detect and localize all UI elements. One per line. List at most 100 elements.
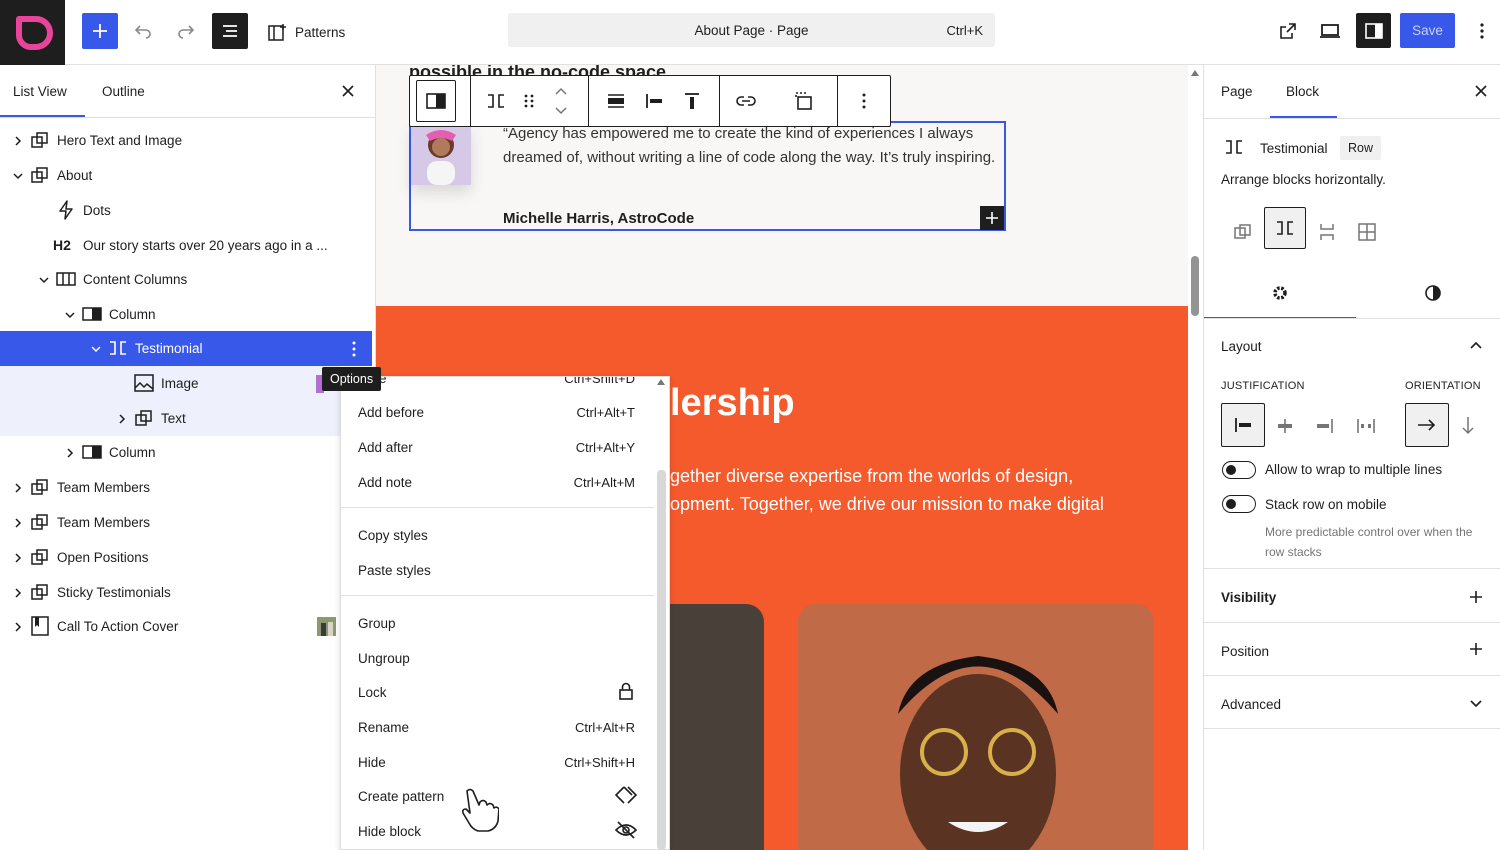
menu-item-add-before[interactable]: Add before: [358, 405, 424, 420]
menu-item-hide-block[interactable]: Hide block: [358, 824, 421, 839]
overlay-button[interactable]: [790, 88, 818, 114]
layout-panel-title[interactable]: Layout: [1221, 339, 1262, 354]
close-sidebar-button[interactable]: [1474, 84, 1488, 98]
list-view-item[interactable]: Testimonial: [0, 331, 372, 366]
menu-item-create-pattern[interactable]: Create pattern: [358, 789, 444, 804]
device-preview-button[interactable]: [1315, 16, 1345, 46]
styles-tab[interactable]: [1417, 279, 1449, 307]
visibility-section[interactable]: Visibility: [1204, 568, 1500, 622]
align-button[interactable]: [602, 88, 630, 114]
menu-scroll-up-arrow[interactable]: [657, 379, 665, 385]
block-options-button[interactable]: [852, 88, 876, 114]
list-view-item[interactable]: About: [0, 158, 372, 193]
drag-handle[interactable]: [518, 88, 540, 114]
block-appender-button[interactable]: [980, 206, 1004, 230]
scroll-up-arrow[interactable]: [1191, 70, 1199, 76]
close-icon: [1475, 85, 1487, 97]
menu-item-rename[interactable]: Rename: [358, 720, 409, 735]
undo-button[interactable]: [128, 18, 158, 44]
justify-right-icon: [1317, 419, 1333, 433]
chevron-right-icon[interactable]: [12, 621, 24, 633]
more-options-button[interactable]: [1470, 16, 1494, 46]
save-button[interactable]: Save: [1400, 13, 1455, 48]
chevron-right-icon[interactable]: [12, 517, 24, 529]
close-panel-button[interactable]: [341, 84, 355, 98]
group-icon: [30, 512, 50, 532]
link-icon: [736, 96, 756, 106]
orientation-vertical-option[interactable]: [1456, 411, 1480, 441]
chevron-right-icon[interactable]: [116, 413, 128, 425]
canvas-scroll-thumb[interactable]: [1191, 256, 1199, 316]
canvas-scrollbar[interactable]: [1188, 65, 1203, 850]
menu-item-lock[interactable]: Lock: [358, 685, 387, 700]
menu-item-copy-styles[interactable]: Copy styles: [358, 528, 428, 543]
settings-toggle-button[interactable]: [1356, 13, 1391, 48]
justification-button[interactable]: [640, 88, 668, 114]
list-view-item[interactable]: Team Members: [0, 505, 372, 540]
list-view-item[interactable]: Column: [0, 297, 372, 332]
chevron-right-icon[interactable]: [12, 135, 24, 147]
list-view-item[interactable]: Content Columns: [0, 262, 372, 297]
list-view-item[interactable]: Open Positions: [0, 540, 372, 575]
variation-grid-button[interactable]: [1352, 217, 1382, 247]
justify-left-option[interactable]: [1221, 403, 1265, 447]
orientation-label: ORIENTATION: [1405, 380, 1481, 392]
chevron-down-icon[interactable]: [12, 170, 24, 182]
list-view-item[interactable]: Text: [0, 401, 340, 436]
list-view-item[interactable]: Column: [0, 435, 372, 470]
chevron-down-icon[interactable]: [64, 309, 76, 321]
add-block-button[interactable]: [82, 13, 118, 49]
block-type-button[interactable]: [482, 88, 510, 114]
chevron-right-icon[interactable]: [64, 447, 76, 459]
tab-block[interactable]: Block: [1286, 84, 1319, 99]
site-logo[interactable]: [0, 0, 65, 65]
justify-center-option[interactable]: [1270, 411, 1300, 441]
tab-outline[interactable]: Outline: [102, 84, 145, 99]
settings-tab[interactable]: [1264, 279, 1296, 307]
vertical-alignment-button[interactable]: [678, 88, 706, 114]
list-view-item[interactable]: Dots: [0, 193, 372, 228]
menu-item-add-note[interactable]: Add note: [358, 475, 412, 490]
chevron-right-icon[interactable]: [12, 552, 24, 564]
list-view-item-label: Dots: [83, 203, 111, 218]
justify-right-option[interactable]: [1310, 411, 1340, 441]
list-view-item[interactable]: Call To Action Cover: [0, 609, 372, 644]
menu-scroll-thumb[interactable]: [657, 470, 666, 850]
chevron-down-icon[interactable]: [90, 343, 102, 355]
list-view-item[interactable]: Sticky Testimonials: [0, 575, 372, 610]
redo-button[interactable]: [171, 18, 201, 44]
list-view-item[interactable]: H2 Our story starts over 20 years ago in …: [0, 228, 372, 263]
position-section[interactable]: Position: [1204, 622, 1500, 676]
document-overview-button[interactable]: [212, 13, 248, 49]
list-view-item-label: Team Members: [57, 515, 151, 530]
chevron-right-icon[interactable]: [12, 482, 24, 494]
list-view-item[interactable]: Team Members: [0, 470, 372, 505]
chevron-right-icon[interactable]: [12, 587, 24, 599]
variation-row-button[interactable]: [1264, 207, 1306, 249]
link-button[interactable]: [732, 88, 760, 114]
layout-collapse-button[interactable]: [1469, 340, 1483, 350]
menu-item-hide[interactable]: Hide: [358, 755, 386, 770]
stack-on-mobile-toggle[interactable]: [1222, 495, 1256, 513]
command-palette-trigger[interactable]: About Page · Page Ctrl+K: [508, 13, 995, 47]
tab-list-view[interactable]: List View: [13, 84, 67, 99]
menu-item-paste-styles[interactable]: Paste styles: [358, 563, 431, 578]
justify-space-between-option[interactable]: [1351, 411, 1381, 441]
orientation-horizontal-option[interactable]: [1405, 403, 1449, 447]
patterns-button[interactable]: Patterns: [266, 20, 345, 44]
move-up-down-buttons[interactable]: [550, 82, 572, 120]
item-options-button[interactable]: [342, 331, 366, 366]
menu-item-ungroup[interactable]: Ungroup: [358, 651, 410, 666]
wrap-toggle[interactable]: [1222, 461, 1256, 479]
parent-block-selector[interactable]: [416, 80, 456, 122]
menu-item-group[interactable]: Group: [358, 616, 396, 631]
view-page-button[interactable]: [1273, 16, 1303, 46]
tab-page[interactable]: Page: [1221, 84, 1253, 99]
list-view-item[interactable]: Hero Text and Image: [0, 123, 372, 158]
variation-group-button[interactable]: [1228, 217, 1258, 247]
list-view-item[interactable]: Image: [0, 366, 340, 401]
variation-stack-button[interactable]: [1312, 217, 1342, 247]
advanced-section[interactable]: Advanced: [1204, 675, 1500, 729]
chevron-down-icon[interactable]: [38, 274, 50, 286]
menu-item-add-after[interactable]: Add after: [358, 440, 413, 455]
